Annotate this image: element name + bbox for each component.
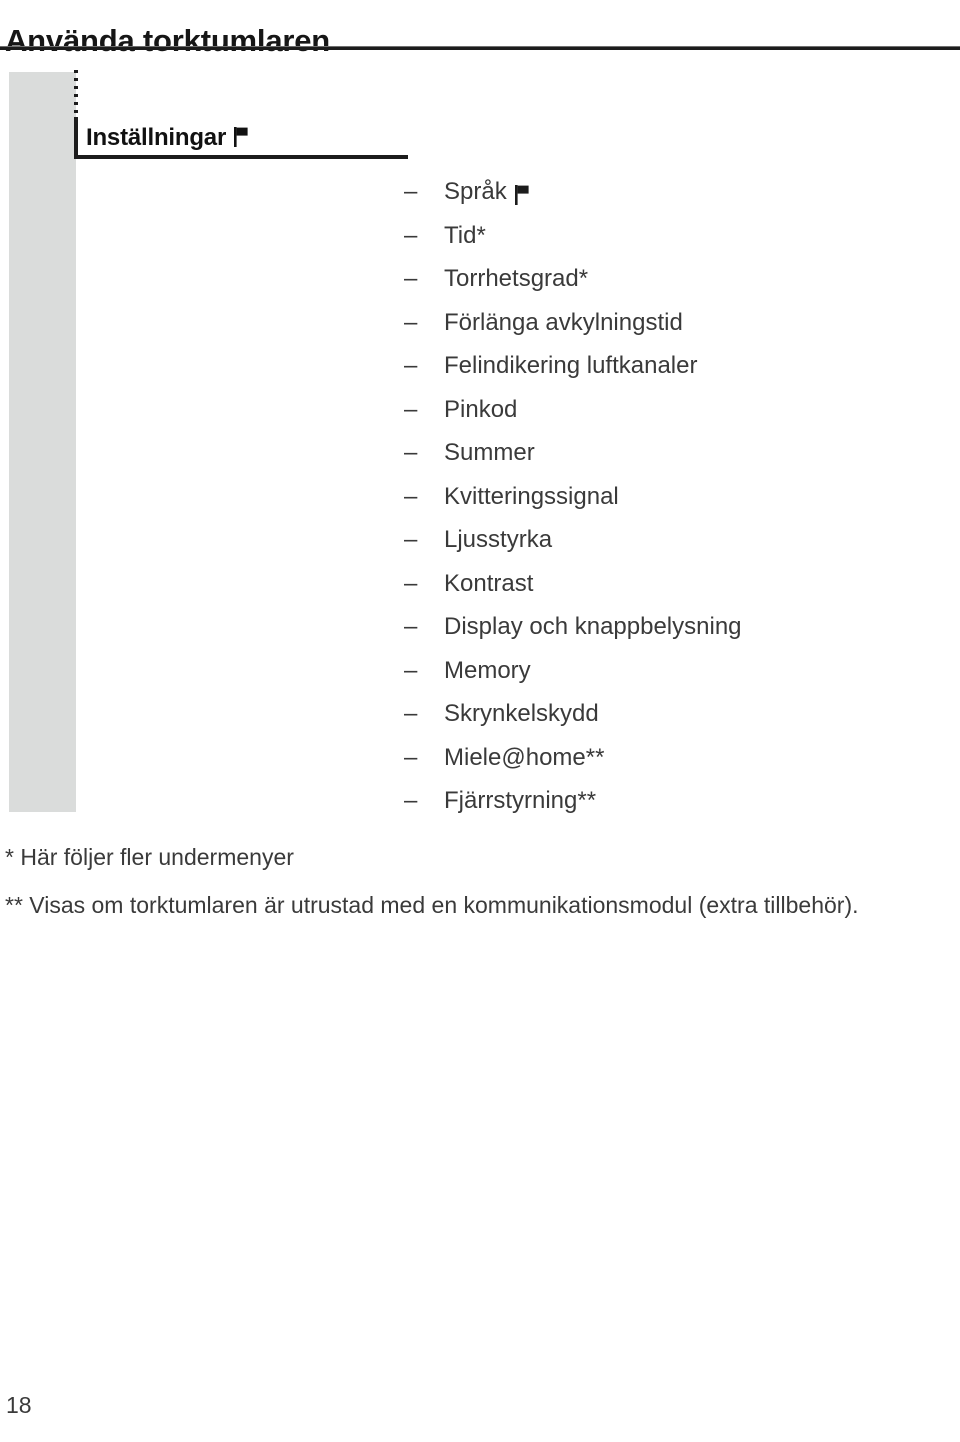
list-item-label: Memory (444, 656, 531, 684)
list-item-label: Ljusstyrka (444, 526, 553, 553)
list-item: – Kontrast (404, 562, 742, 606)
heading-bracket-horizontal (74, 155, 408, 159)
left-margin-band (9, 72, 76, 812)
list-item-label: Fjärrstyrning** (444, 787, 597, 814)
list-item-label: Pinkod (444, 395, 518, 423)
list-item: – Memory (404, 649, 742, 693)
list-bullet: – (404, 482, 418, 510)
menu-heading-label: Inställningar (86, 124, 227, 151)
list-bullet: – (404, 743, 418, 771)
list-item-label: Summer (444, 439, 535, 466)
list-bullet: – (404, 700, 418, 727)
list-item-label: Display och knappbelysning (444, 613, 742, 640)
list-item-label: Felindikering luftkanaler (444, 352, 698, 379)
list-item: – Förlänga avkylningstid (404, 301, 742, 345)
list-item-label: Språk (444, 178, 507, 205)
list-item: – Pinkod (404, 388, 742, 432)
list-item: – Ljusstyrka (404, 518, 742, 562)
list-item-label: Tid* (444, 221, 486, 249)
footnote-single-asterisk: * Här följer fler undermenyer (5, 844, 294, 870)
list-item-label: Miele@home** (444, 743, 605, 771)
list-item: – Summer (404, 431, 742, 475)
list-item-label: Torrhetsgrad* (444, 265, 589, 292)
list-item: – Kvitteringssignal (404, 475, 742, 519)
page-title: Använda torktumlaren (5, 22, 331, 58)
flag-icon (514, 184, 529, 205)
heading-bracket-vertical (74, 117, 78, 159)
list-bullet: – (404, 395, 418, 423)
page-number: 18 (6, 1392, 32, 1418)
list-bullet: – (404, 265, 418, 292)
title-divider (0, 46, 960, 50)
list-bullet: – (404, 178, 418, 205)
list-item: – Tid* (404, 214, 742, 258)
list-bullet: – (404, 787, 418, 814)
list-bullet: – (404, 352, 418, 379)
footnote-double-asterisk: ** Visas om torktumlaren är utrustad med… (5, 892, 859, 918)
list-bullet: – (404, 613, 418, 640)
menu-heading: Inställningar (86, 124, 248, 152)
flag-icon (234, 127, 248, 147)
list-item: – Display och knappbelysning (404, 605, 742, 649)
list-item: – Felindikering luftkanaler (404, 344, 742, 388)
list-item: – Språk (404, 170, 742, 214)
list-bullet: – (404, 526, 418, 553)
list-bullet: – (404, 569, 418, 597)
list-bullet: – (404, 221, 418, 249)
dotted-connector (74, 70, 78, 117)
list-bullet: – (404, 656, 418, 684)
list-item-label: Kvitteringssignal (444, 482, 619, 510)
list-item: – Fjärrstyrning** (404, 779, 742, 823)
list-item: – Skrynkelskydd (404, 692, 742, 736)
list-item-label: Förlänga avkylningstid (444, 308, 683, 336)
list-bullet: – (404, 439, 418, 466)
list-item-label: Kontrast (444, 569, 534, 597)
footnotes: * Här följer fler undermenyer ** Visas o… (5, 838, 955, 924)
settings-submenu-list: – Språk – Tid* – Torrhetsgrad* – Förläng… (404, 170, 742, 823)
list-item: – Miele@home** (404, 736, 742, 780)
list-bullet: – (404, 308, 418, 336)
list-item: – Torrhetsgrad* (404, 257, 742, 301)
list-item-label: Skrynkelskydd (444, 700, 599, 727)
